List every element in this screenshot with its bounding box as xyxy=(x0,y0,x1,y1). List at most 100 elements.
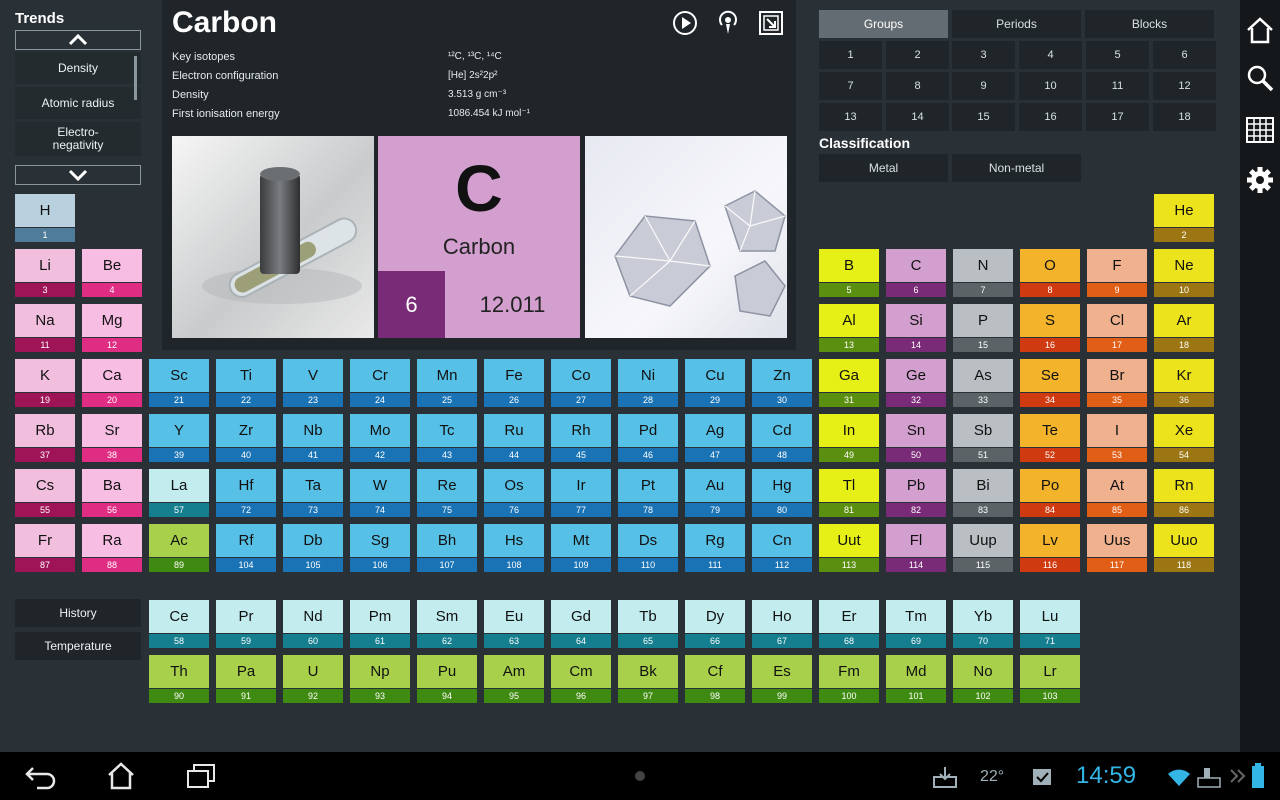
trends-scroll-down-button[interactable] xyxy=(15,165,141,185)
element-tile-te[interactable]: Te 52 xyxy=(1020,414,1080,462)
trend-density-button[interactable]: Density xyxy=(15,52,141,84)
element-tile-bh[interactable]: Bh 107 xyxy=(417,524,477,572)
element-tile-np[interactable]: Np 93 xyxy=(350,655,410,703)
element-tile-ra[interactable]: Ra 88 xyxy=(82,524,142,572)
element-tile-cd[interactable]: Cd 48 xyxy=(752,414,812,462)
element-tile-sr[interactable]: Sr 38 xyxy=(82,414,142,462)
element-tile-po[interactable]: Po 84 xyxy=(1020,469,1080,517)
element-tile-pt[interactable]: Pt 78 xyxy=(618,469,678,517)
element-tile-v[interactable]: V 23 xyxy=(283,359,343,407)
element-tile-ge[interactable]: Ge 32 xyxy=(886,359,946,407)
trend-electronegativity-button[interactable]: Electro- negativity xyxy=(15,122,141,156)
non-metal-button[interactable]: Non-metal xyxy=(952,154,1081,182)
group-14-button[interactable]: 14 xyxy=(886,103,949,131)
element-tile-be[interactable]: Be 4 xyxy=(82,249,142,297)
element-tile-al[interactable]: Al 13 xyxy=(819,304,879,352)
element-tile-mo[interactable]: Mo 42 xyxy=(350,414,410,462)
group-1-button[interactable]: 1 xyxy=(819,41,882,69)
element-tile-ar[interactable]: Ar 18 xyxy=(1154,304,1214,352)
element-tile-uuo[interactable]: Uuo 118 xyxy=(1154,524,1214,572)
element-tile-ho[interactable]: Ho 67 xyxy=(752,600,812,648)
element-tile-uup[interactable]: Uup 115 xyxy=(953,524,1013,572)
element-tile-ti[interactable]: Ti 22 xyxy=(216,359,276,407)
element-tile-th[interactable]: Th 90 xyxy=(149,655,209,703)
element-tile-fr[interactable]: Fr 87 xyxy=(15,524,75,572)
element-tile-fe[interactable]: Fe 26 xyxy=(484,359,544,407)
element-tile-am[interactable]: Am 95 xyxy=(484,655,544,703)
element-tile-s[interactable]: S 16 xyxy=(1020,304,1080,352)
element-tile-co[interactable]: Co 27 xyxy=(551,359,611,407)
group-8-button[interactable]: 8 xyxy=(886,72,949,100)
gear-icon[interactable] xyxy=(1242,162,1278,198)
element-tile-ds[interactable]: Ds 110 xyxy=(618,524,678,572)
element-tile-sm[interactable]: Sm 62 xyxy=(417,600,477,648)
trend-atomic-radius-button[interactable]: Atomic radius xyxy=(15,87,141,119)
element-tile-u[interactable]: U 92 xyxy=(283,655,343,703)
element-tile-n[interactable]: N7 xyxy=(953,249,1013,297)
group-15-button[interactable]: 15 xyxy=(952,103,1015,131)
trends-scroll-up-button[interactable] xyxy=(15,30,141,50)
element-tile-cs[interactable]: Cs 55 xyxy=(15,469,75,517)
element-tile-lu[interactable]: Lu 71 xyxy=(1020,600,1080,648)
tab-periods[interactable]: Periods xyxy=(952,10,1081,38)
element-tile-fm[interactable]: Fm 100 xyxy=(819,655,879,703)
element-tile-cr[interactable]: Cr 24 xyxy=(350,359,410,407)
element-tile-pm[interactable]: Pm 61 xyxy=(350,600,410,648)
element-tile-rh[interactable]: Rh 45 xyxy=(551,414,611,462)
element-tile-lv[interactable]: Lv 116 xyxy=(1020,524,1080,572)
element-tile-sc[interactable]: Sc 21 xyxy=(149,359,209,407)
element-tile-eu[interactable]: Eu 63 xyxy=(484,600,544,648)
back-icon[interactable] xyxy=(22,762,58,792)
element-tile-hf[interactable]: Hf 72 xyxy=(216,469,276,517)
element-tile-db[interactable]: Db 105 xyxy=(283,524,343,572)
element-tile-y[interactable]: Y 39 xyxy=(149,414,209,462)
temperature-button[interactable]: Temperature xyxy=(15,632,141,660)
group-11-button[interactable]: 11 xyxy=(1086,72,1149,100)
element-tile-mg[interactable]: Mg 12 xyxy=(82,304,142,352)
group-12-button[interactable]: 12 xyxy=(1153,72,1216,100)
element-tile-nd[interactable]: Nd 60 xyxy=(283,600,343,648)
element-tile-na[interactable]: Na 11 xyxy=(15,304,75,352)
element-tile-xe[interactable]: Xe 54 xyxy=(1154,414,1214,462)
element-tile-zn[interactable]: Zn 30 xyxy=(752,359,812,407)
element-tile-pa[interactable]: Pa 91 xyxy=(216,655,276,703)
element-tile-cu[interactable]: Cu 29 xyxy=(685,359,745,407)
tab-blocks[interactable]: Blocks xyxy=(1085,10,1214,38)
table-icon[interactable] xyxy=(1242,112,1278,148)
group-5-button[interactable]: 5 xyxy=(1086,41,1149,69)
element-tile-p[interactable]: P 15 xyxy=(953,304,1013,352)
element-tile-md[interactable]: Md 101 xyxy=(886,655,946,703)
group-6-button[interactable]: 6 xyxy=(1153,41,1216,69)
tab-groups[interactable]: Groups xyxy=(819,10,948,38)
group-2-button[interactable]: 2 xyxy=(886,41,949,69)
element-tile-gd[interactable]: Gd 64 xyxy=(551,600,611,648)
home-nav-icon[interactable] xyxy=(104,760,138,792)
home-icon[interactable] xyxy=(1242,12,1278,48)
element-tile-at[interactable]: At 85 xyxy=(1087,469,1147,517)
fullscreen-icon[interactable] xyxy=(758,10,784,36)
element-tile-as[interactable]: As 33 xyxy=(953,359,1013,407)
element-tile-ag[interactable]: Ag 47 xyxy=(685,414,745,462)
group-4-button[interactable]: 4 xyxy=(1019,41,1082,69)
element-tile-f[interactable]: F9 xyxy=(1087,249,1147,297)
element-tile-lr[interactable]: Lr 103 xyxy=(1020,655,1080,703)
element-tile-ac[interactable]: Ac 89 xyxy=(149,524,209,572)
menu-dot-icon[interactable] xyxy=(634,770,646,782)
element-tile-b[interactable]: B5 xyxy=(819,249,879,297)
element-tile-ce[interactable]: Ce 58 xyxy=(149,600,209,648)
group-9-button[interactable]: 9 xyxy=(952,72,1015,100)
metal-button[interactable]: Metal xyxy=(819,154,948,182)
element-tile-tm[interactable]: Tm 69 xyxy=(886,600,946,648)
element-tile-w[interactable]: W 74 xyxy=(350,469,410,517)
element-tile-mn[interactable]: Mn 25 xyxy=(417,359,477,407)
element-tile-no[interactable]: No 102 xyxy=(953,655,1013,703)
group-17-button[interactable]: 17 xyxy=(1086,103,1149,131)
element-tile-kr[interactable]: Kr 36 xyxy=(1154,359,1214,407)
element-tile-cf[interactable]: Cf 98 xyxy=(685,655,745,703)
element-tile-os[interactable]: Os 76 xyxy=(484,469,544,517)
element-tile-in[interactable]: In 49 xyxy=(819,414,879,462)
element-tile-pu[interactable]: Pu 94 xyxy=(417,655,477,703)
element-tile-au[interactable]: Au 79 xyxy=(685,469,745,517)
element-tile-cl[interactable]: Cl 17 xyxy=(1087,304,1147,352)
group-16-button[interactable]: 16 xyxy=(1019,103,1082,131)
